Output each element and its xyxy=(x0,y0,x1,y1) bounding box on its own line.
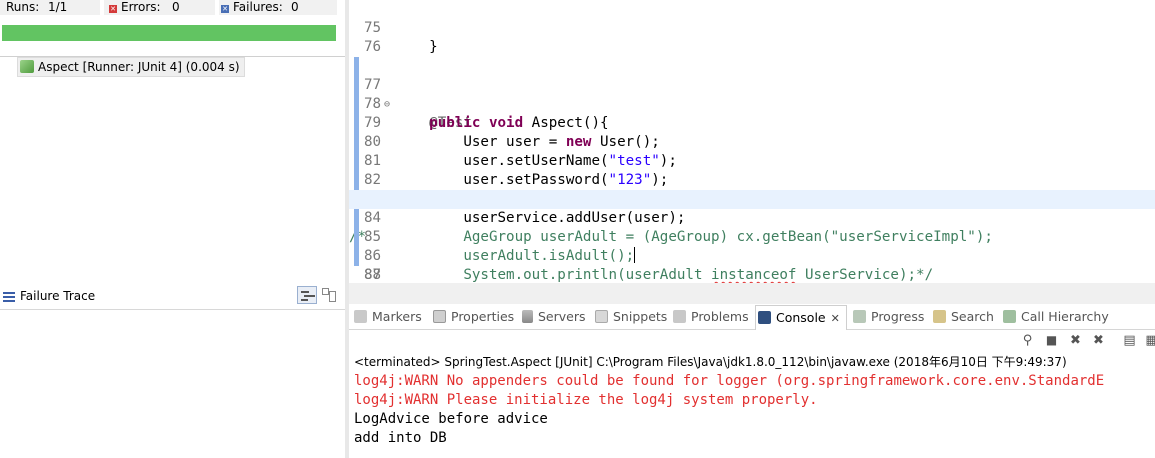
link-icon[interactable]: ⚲ xyxy=(1020,333,1035,348)
failures-value: 0 xyxy=(291,0,299,14)
failure-icon: ✕ xyxy=(221,5,229,13)
code-line: 79 User user = new User(); xyxy=(349,76,1155,150)
remove-all-icon[interactable]: ✖ xyxy=(1091,333,1106,348)
failures-counter: ✕ Failures: 0 xyxy=(219,0,337,15)
remove-launch-icon[interactable]: ✖ xyxy=(1068,333,1083,348)
tab-call-hierarchy[interactable]: Call Hierarchy xyxy=(1003,308,1109,326)
runs-label: Runs: xyxy=(6,0,40,14)
tab-servers[interactable]: Servers xyxy=(522,308,586,326)
test-pass-icon xyxy=(20,60,34,73)
code-editor[interactable]: 75 } 76 77 ⊖ @Test 78 public void Aspect… xyxy=(349,0,1155,283)
properties-icon xyxy=(433,310,446,323)
code-line: 87 } xyxy=(349,228,1155,283)
errors-value: 0 xyxy=(172,0,180,14)
tab-progress[interactable]: Progress xyxy=(853,308,924,326)
error-icon: ✕ xyxy=(109,5,117,13)
console-line: log4j:WARN No appenders could be found f… xyxy=(354,373,1105,389)
runs-value: 1/1 xyxy=(48,0,68,14)
terminate-icon[interactable]: ■ xyxy=(1044,333,1059,348)
test-item-label: Aspect [Runner: JUnit 4] (0.004 s) xyxy=(38,60,240,74)
test-tree-item[interactable]: Aspect [Runner: JUnit 4] (0.004 s) xyxy=(17,57,245,77)
console-icon xyxy=(758,311,771,324)
problems-icon xyxy=(673,310,686,323)
failure-trace-title: Failure Trace xyxy=(20,289,96,303)
junit-progress-bar xyxy=(2,25,336,41)
close-icon[interactable]: ✕ xyxy=(831,312,840,325)
code-line: 82 UserService userService = (UserServic… xyxy=(349,133,1155,207)
code-line: 84 /* AgeGroup userAdult = (AgeGroup) cx… xyxy=(349,171,1155,245)
failure-trace-icon xyxy=(3,292,15,304)
servers-icon xyxy=(522,310,533,323)
console-line: add into DB xyxy=(354,430,447,446)
tab-properties[interactable]: Properties xyxy=(433,308,514,326)
code-line: 89 } xyxy=(349,266,1155,283)
console-output[interactable]: log4j:WARN No appenders could be found f… xyxy=(354,372,1155,448)
compare-results-button[interactable] xyxy=(322,288,336,302)
call-hierarchy-icon xyxy=(1003,310,1016,323)
horizontal-sash[interactable] xyxy=(349,283,1155,304)
progress-icon xyxy=(853,310,866,323)
junit-counters: Runs: 1/1 ✕ Errors: 0 ✕ Failures: 0 xyxy=(0,0,345,16)
code-line: 75 } xyxy=(364,20,438,55)
markers-icon xyxy=(354,310,367,323)
tab-snippets[interactable]: Snippets xyxy=(595,308,667,326)
errors-counter: ✕ Errors: 0 xyxy=(104,0,215,15)
tab-problems[interactable]: Problems xyxy=(673,308,749,326)
errors-label: Errors: xyxy=(121,0,161,14)
code-line: 80 user.setUserName("test"); xyxy=(349,95,1155,169)
runs-counter: Runs: 1/1 xyxy=(0,0,100,15)
code-line: 88 xyxy=(364,267,382,283)
code-line: 76 xyxy=(364,39,382,55)
failure-trace-header: Failure Trace xyxy=(0,285,345,310)
filter-stack-trace-button[interactable] xyxy=(297,286,317,304)
bottom-panel-tabs: Markers Properties Servers Snippets Prob… xyxy=(349,304,1155,330)
tab-search[interactable]: Search xyxy=(933,308,994,326)
code-line: 81 user.setPassword("123"); xyxy=(349,114,1155,188)
clear-console-icon[interactable]: ▤ xyxy=(1122,333,1137,348)
code-line: 86 System.out.println(userAdult instance… xyxy=(349,209,1155,283)
code-line: 78 public void Aspect(){ xyxy=(349,57,1155,131)
code-line-current: 85 userAdult.isAdult(); xyxy=(349,190,1155,264)
tab-console[interactable]: Console ✕ xyxy=(755,305,847,330)
failures-label: Failures: xyxy=(233,0,283,14)
console-line: log4j:WARN Please initialize the log4j s… xyxy=(354,392,818,408)
console-line: LogAdvice before advice xyxy=(354,411,548,427)
code-line: 77 ⊖ @Test xyxy=(349,38,1155,131)
search-icon xyxy=(933,310,946,323)
junit-view: Runs: 1/1 ✕ Errors: 0 ✕ Failures: 0 Aspect… xyxy=(0,0,345,458)
tab-markers[interactable]: Markers xyxy=(354,308,422,326)
code-line: 83 userService.addUser(user); xyxy=(349,152,1155,226)
scroll-lock-icon[interactable]: ▦ xyxy=(1144,333,1155,348)
console-status: <terminated> SpringTest.Aspect [JUnit] C… xyxy=(354,355,1067,369)
snippets-icon xyxy=(595,310,608,323)
